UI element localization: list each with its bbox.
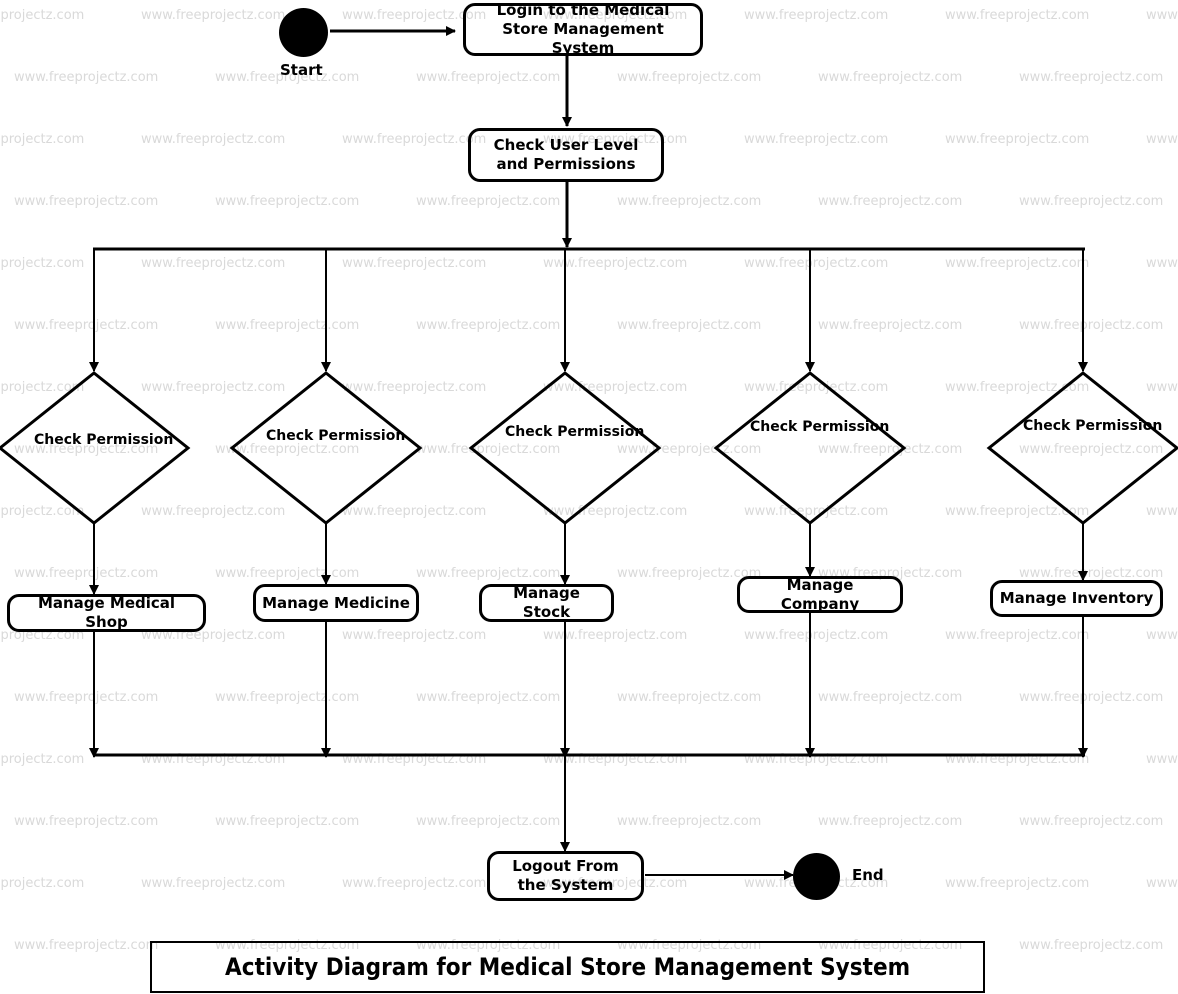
action-manage-stock[interactable]: Manage Stock [479, 584, 614, 622]
start-node [279, 8, 328, 57]
action-manage-inventory[interactable]: Manage Inventory [990, 580, 1163, 617]
activity-check-user-level[interactable]: Check User Level and Permissions [468, 128, 664, 182]
diagram-caption: Activity Diagram for Medical Store Manag… [150, 941, 985, 993]
decision-label-4: Check Permission [750, 419, 890, 435]
decision-diamond-2 [229, 371, 423, 525]
end-label: End [852, 866, 884, 884]
activity-logout[interactable]: Logout From the System [487, 851, 644, 901]
decision-diamond-4 [713, 371, 907, 525]
diagram-title: Activity Diagram for Medical Store Manag… [224, 953, 911, 981]
decision-diamond-3 [468, 371, 662, 525]
end-node [793, 853, 840, 900]
activity-login[interactable]: Login to the Medical Store Management Sy… [463, 1, 703, 57]
action-manage-medicine[interactable]: Manage Medicine [253, 584, 419, 622]
action-manage-medical-shop[interactable]: Manage Medical Shop [7, 594, 206, 632]
decision-label-5: Check Permission [1023, 418, 1163, 434]
decision-diamond-5 [986, 371, 1178, 525]
start-label: Start [280, 61, 323, 79]
decision-label-3: Check Permission [505, 424, 645, 440]
decision-label-1: Check Permission [34, 432, 174, 448]
diagram-layer: Start Login to the Medical Store Managem… [0, 0, 1178, 994]
decision-label-2: Check Permission [266, 428, 406, 444]
activity-diagram-canvas: www.freeprojectz.comwww.freeprojectz.com… [0, 0, 1178, 994]
action-manage-company[interactable]: Manage Company [737, 576, 903, 613]
